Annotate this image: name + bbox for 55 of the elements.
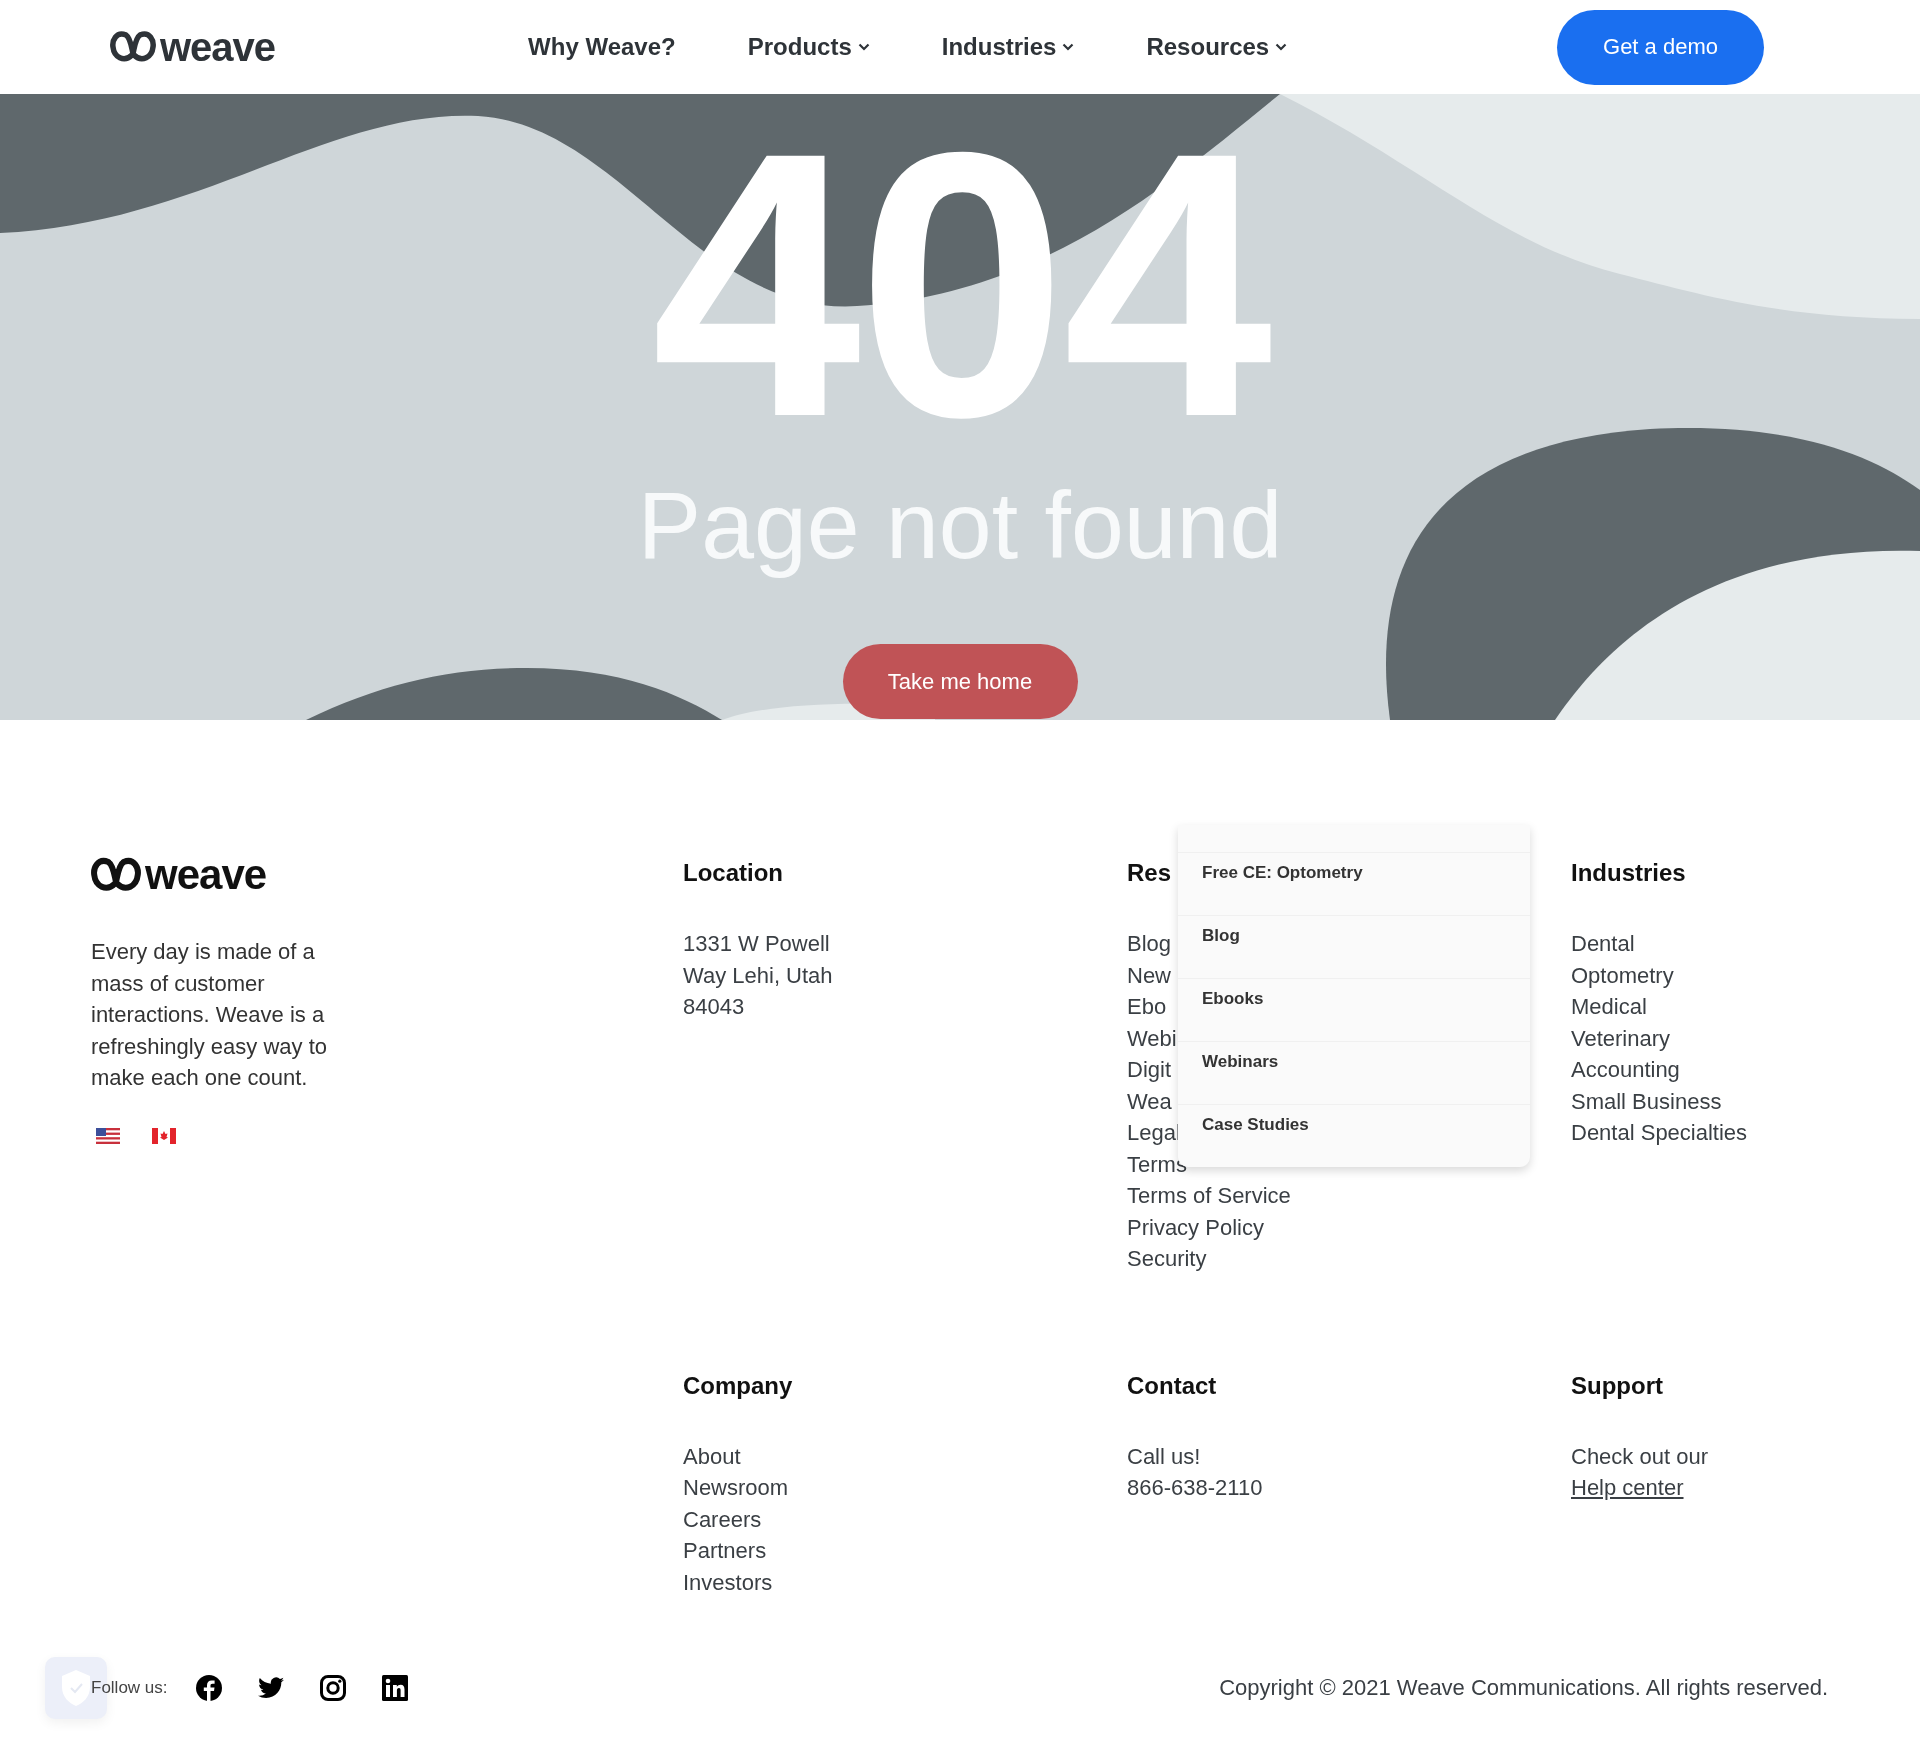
column-heading: Res	[1127, 858, 1172, 888]
footer-text: Call us!	[1127, 1442, 1202, 1471]
column-heading: Company	[683, 1370, 793, 1401]
footer-link[interactable]: Careers	[683, 1503, 762, 1535]
nav-link[interactable]: Resources	[1146, 33, 1288, 61]
footer-link[interactable]: About	[683, 1440, 741, 1472]
column-heading: Support	[1571, 1370, 1663, 1401]
footer-link[interactable]: Blog	[1127, 928, 1172, 960]
menu-item[interactable]: Free CE: Optometry	[1178, 852, 1530, 915]
footer-link[interactable]: Newsroom	[683, 1472, 789, 1504]
footer-link[interactable]: Dental Specialties	[1571, 1117, 1748, 1149]
logo-wordmark[interactable]: weave	[145, 854, 267, 896]
nav-link[interactable]: Industries	[941, 33, 1075, 61]
logo-wordmark[interactable]: weave	[160, 27, 276, 67]
instagram-icon[interactable]	[319, 1675, 346, 1701]
footer-link[interactable]: Webi	[1127, 1022, 1177, 1054]
home-button[interactable]: Take me home	[842, 644, 1078, 719]
footer-link[interactable]: Digit	[1127, 1054, 1171, 1086]
menu-item[interactable]: Blog	[1178, 915, 1530, 978]
footer-link[interactable]: Veterinary	[1571, 1022, 1671, 1054]
footer-link[interactable]: Partners	[683, 1535, 767, 1567]
follow-label: Follow us:	[91, 1678, 168, 1698]
column-heading: Location	[683, 858, 783, 888]
linkedin-icon[interactable]	[381, 1675, 408, 1701]
copyright-text: Copyright © 2021 Weave Communications. All rights reserved.	[1219, 1675, 1828, 1701]
facebook-icon[interactable]	[195, 1675, 222, 1701]
nav-link[interactable]: Products	[747, 33, 870, 61]
footer-link[interactable]: New	[1127, 959, 1171, 991]
shield-icon	[61, 1669, 91, 1707]
footer-link[interactable]: Security	[1127, 1243, 1207, 1275]
us-flag-icon[interactable]	[96, 1127, 120, 1144]
footer-link[interactable]: Medical	[1571, 991, 1647, 1023]
footer-link[interactable]: Ebo	[1127, 991, 1167, 1023]
logo-mark-icon	[110, 29, 156, 65]
tagline: Every day is made of a mass of customer interactions. Weave is a refreshingly easy way to make each one count.	[91, 938, 328, 1092]
twitter-icon[interactable]	[257, 1677, 284, 1699]
footer-link[interactable]: Help center	[1571, 1472, 1684, 1504]
footer-link[interactable]: Small Business	[1571, 1085, 1722, 1117]
nav-link[interactable]: Why Weave?	[528, 33, 676, 61]
footer-link[interactable]: Privacy Policy	[1127, 1211, 1264, 1243]
menu-item[interactable]: Webinars	[1178, 1041, 1530, 1104]
footer-link[interactable]: Dental	[1571, 928, 1635, 960]
menu-item[interactable]: Ebooks	[1178, 978, 1530, 1041]
footer-link[interactable]: Terms of Service	[1127, 1180, 1291, 1212]
get-demo-button[interactable]: Get a demo	[1557, 9, 1764, 85]
footer-link[interactable]: 866-638-2110	[1127, 1472, 1263, 1504]
footer-text: Check out our	[1571, 1442, 1709, 1471]
footer-link[interactable]: Wea	[1127, 1085, 1172, 1117]
footer-link[interactable]: Optometry	[1571, 959, 1674, 991]
column-heading: Industries	[1571, 858, 1686, 888]
footer-link[interactable]: Accounting	[1571, 1054, 1680, 1086]
footer-link[interactable]: Investors	[683, 1566, 773, 1598]
canada-flag-icon[interactable]	[152, 1127, 176, 1144]
column-heading: Contact	[1127, 1370, 1217, 1401]
footer-text: 1331 W Powell Way Lehi, Utah 84043	[683, 930, 834, 1021]
